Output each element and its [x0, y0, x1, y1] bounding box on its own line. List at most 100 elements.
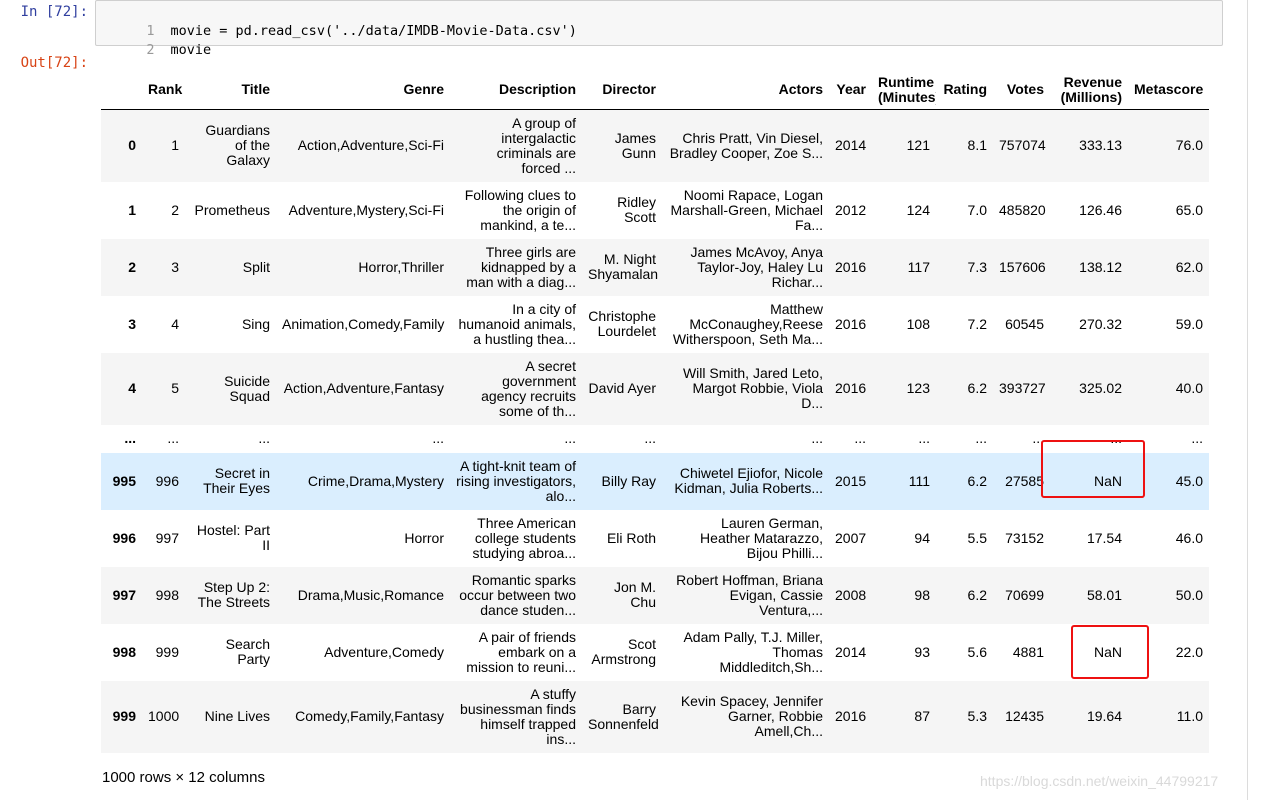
- table-cell: 333.13: [1079, 137, 1122, 154]
- table-cell: 5.3: [967, 708, 987, 724]
- row-index: 2: [128, 258, 136, 275]
- table-cell: Will Smith, Jared Leto, Margot Robbie, V…: [682, 365, 823, 411]
- table-cell: 3: [171, 258, 179, 275]
- table-cell: 12435: [1005, 708, 1044, 724]
- table-cell: 59.0: [1175, 315, 1203, 332]
- table-cell: Ridley Scott: [617, 194, 656, 225]
- table-cell: 1: [171, 137, 179, 154]
- column-header: Title: [185, 70, 276, 110]
- table-cell: James Gunn: [614, 129, 656, 161]
- table-cell: ...: [432, 430, 444, 446]
- table-cell: 6.2: [967, 586, 987, 603]
- table-cell: 50.0: [1175, 586, 1203, 603]
- table-cell: David Ayer: [588, 380, 656, 396]
- table-cell: Nine Lives: [204, 708, 270, 724]
- table-cell: Secret in Their Eyes: [203, 465, 270, 496]
- row-index: 1: [128, 201, 136, 218]
- table-cell: Matthew McConaughey,Reese Witherspoon, S…: [672, 300, 823, 347]
- table-cell: 7.0: [967, 201, 987, 218]
- table-row[interactable]: 997 998 Step Up 2: The Streets Drama,Music,…: [101, 566, 1209, 624]
- table-cell: ...: [564, 430, 576, 446]
- code-text: movie = pd.read_csv('../data/IMDB-Movie-…: [170, 23, 577, 39]
- table-cell: 997: [155, 529, 179, 546]
- table-row[interactable]: 4 5 Suicide Squad Action,Adventure,Fantasy A…: [101, 352, 1209, 425]
- table-cell: ...: [258, 430, 270, 446]
- row-index: 998: [112, 643, 136, 660]
- table-cell: 40.0: [1175, 380, 1203, 396]
- table-cell: Step Up 2: The Streets: [197, 579, 270, 610]
- table-cell: 11.0: [1176, 708, 1203, 724]
- table-cell: Horror,Thriller: [358, 258, 444, 275]
- table-row[interactable]: 3 4 Sing Animation,Comedy,Family In a city o…: [101, 296, 1209, 353]
- table-cell: 757074: [999, 137, 1046, 154]
- table-cell: Eli Roth: [606, 529, 656, 546]
- line-number: 2: [146, 42, 155, 58]
- table-cell: A secret government agency recruits some…: [481, 357, 576, 419]
- code-cell[interactable]: 1 movie = pd.read_csv('../data/IMDB-Movie…: [95, 0, 1223, 58]
- table-cell: A group of intergalactic criminals are f…: [496, 114, 576, 176]
- row-index: 996: [112, 529, 136, 546]
- table-cell: Prometheus: [194, 201, 270, 218]
- table-row[interactable]: .......................................: [101, 424, 1209, 453]
- table-cell: A stuffy businessman finds himself trapp…: [460, 685, 576, 747]
- table-body: 0 1 Guardians of the Galaxy Action,Adventur…: [101, 109, 1209, 753]
- table-cell: Adventure,Mystery,Sci-Fi: [288, 201, 444, 218]
- table-cell: 6.2: [967, 472, 987, 489]
- table-cell: Robert Hoffman, Briana Evigan, Cassie Ve…: [676, 571, 823, 618]
- table-row[interactable]: 996 997 Hostel: Part II Horror Three America…: [101, 510, 1209, 567]
- table-cell: 46.0: [1175, 529, 1203, 546]
- table-cell: 2012: [835, 201, 867, 218]
- table-row[interactable]: 0 1 Guardians of the Galaxy Action,Adventur…: [101, 109, 1209, 182]
- table-row[interactable]: 998 999 Search Party Adventure,Comedy A pair…: [101, 624, 1209, 681]
- code-text: movie: [170, 42, 212, 58]
- table-cell: ...: [1191, 430, 1203, 446]
- table-cell: 2008: [835, 586, 867, 603]
- table-cell: 2016: [835, 315, 867, 332]
- table-cell: Action,Adventure,Fantasy: [283, 380, 444, 396]
- table-row[interactable]: 2 3 Split Horror,Thriller Three girls are ki…: [101, 238, 1209, 296]
- column-header: Description: [450, 70, 582, 110]
- table-cell: Chiwetel Ejiofor, Nicole Kidman, Julia R…: [674, 465, 823, 496]
- table-cell: 393727: [999, 380, 1046, 396]
- input-prompt: In [72]:: [20, 4, 88, 20]
- table-cell: NaN: [1093, 472, 1122, 489]
- column-header: Runtime (Minutes): [872, 70, 936, 110]
- table-cell: Split: [242, 258, 270, 275]
- table-cell: A pair of friends embark on a mission to…: [466, 628, 576, 675]
- table-cell: Three girls are kidnapped by a man with …: [466, 243, 576, 290]
- table-cell: Barry Sonnenfeld: [588, 700, 659, 732]
- row-index: 995: [112, 472, 136, 489]
- table-row[interactable]: 995 996 Secret in Their Eyes Crime,Drama,My…: [101, 452, 1209, 510]
- table-cell: Search Party: [225, 636, 270, 667]
- table-row[interactable]: 999 1000 Nine Lives Comedy,Family,Fantasy A …: [101, 680, 1209, 753]
- row-index: ...: [124, 430, 136, 446]
- column-header: [101, 70, 142, 110]
- table-cell: 126.46: [1079, 201, 1122, 218]
- table-cell: 73152: [1005, 529, 1044, 546]
- row-index: 0: [128, 137, 136, 154]
- table-cell: 4: [171, 315, 179, 332]
- table-cell: 7.3: [967, 258, 987, 275]
- table-cell: Billy Ray: [601, 472, 656, 489]
- table-cell: 117: [907, 258, 930, 275]
- table-cell: In a city of humanoid animals, a hustlin…: [458, 300, 576, 347]
- table-cell: Chris Pratt, Vin Diesel, Bradley Cooper,…: [669, 129, 823, 161]
- table-cell: Christophe Lourdelet: [588, 308, 656, 339]
- table-cell: M. Night Shyamalan: [588, 251, 659, 282]
- table-cell: 124: [906, 201, 930, 218]
- column-header: Genre: [276, 70, 450, 110]
- table-cell: 2007: [835, 529, 867, 546]
- table-cell: Sing: [241, 315, 270, 332]
- table-cell: James McAvoy, Anya Taylor-Joy, Haley Lu …: [690, 243, 823, 290]
- table-cell: Crime,Drama,Mystery: [307, 472, 444, 489]
- table-row[interactable]: 1 2 Prometheus Adventure,Mystery,Sci-Fi Foll…: [101, 182, 1209, 239]
- table-cell: 2016: [835, 380, 867, 396]
- table-cell: 45.0: [1175, 472, 1203, 489]
- table-cell: ...: [644, 430, 656, 446]
- table-cell: Adam Pally, T.J. Miller, Thomas Middledi…: [683, 628, 823, 675]
- dataframe-table: Rank Title Genre Description Director Actors Y…: [101, 70, 1209, 753]
- table-cell: 58.01: [1086, 586, 1122, 603]
- table-cell: 19.64: [1086, 708, 1122, 724]
- table-cell: 2016: [835, 708, 867, 724]
- row-index: 3: [128, 315, 136, 332]
